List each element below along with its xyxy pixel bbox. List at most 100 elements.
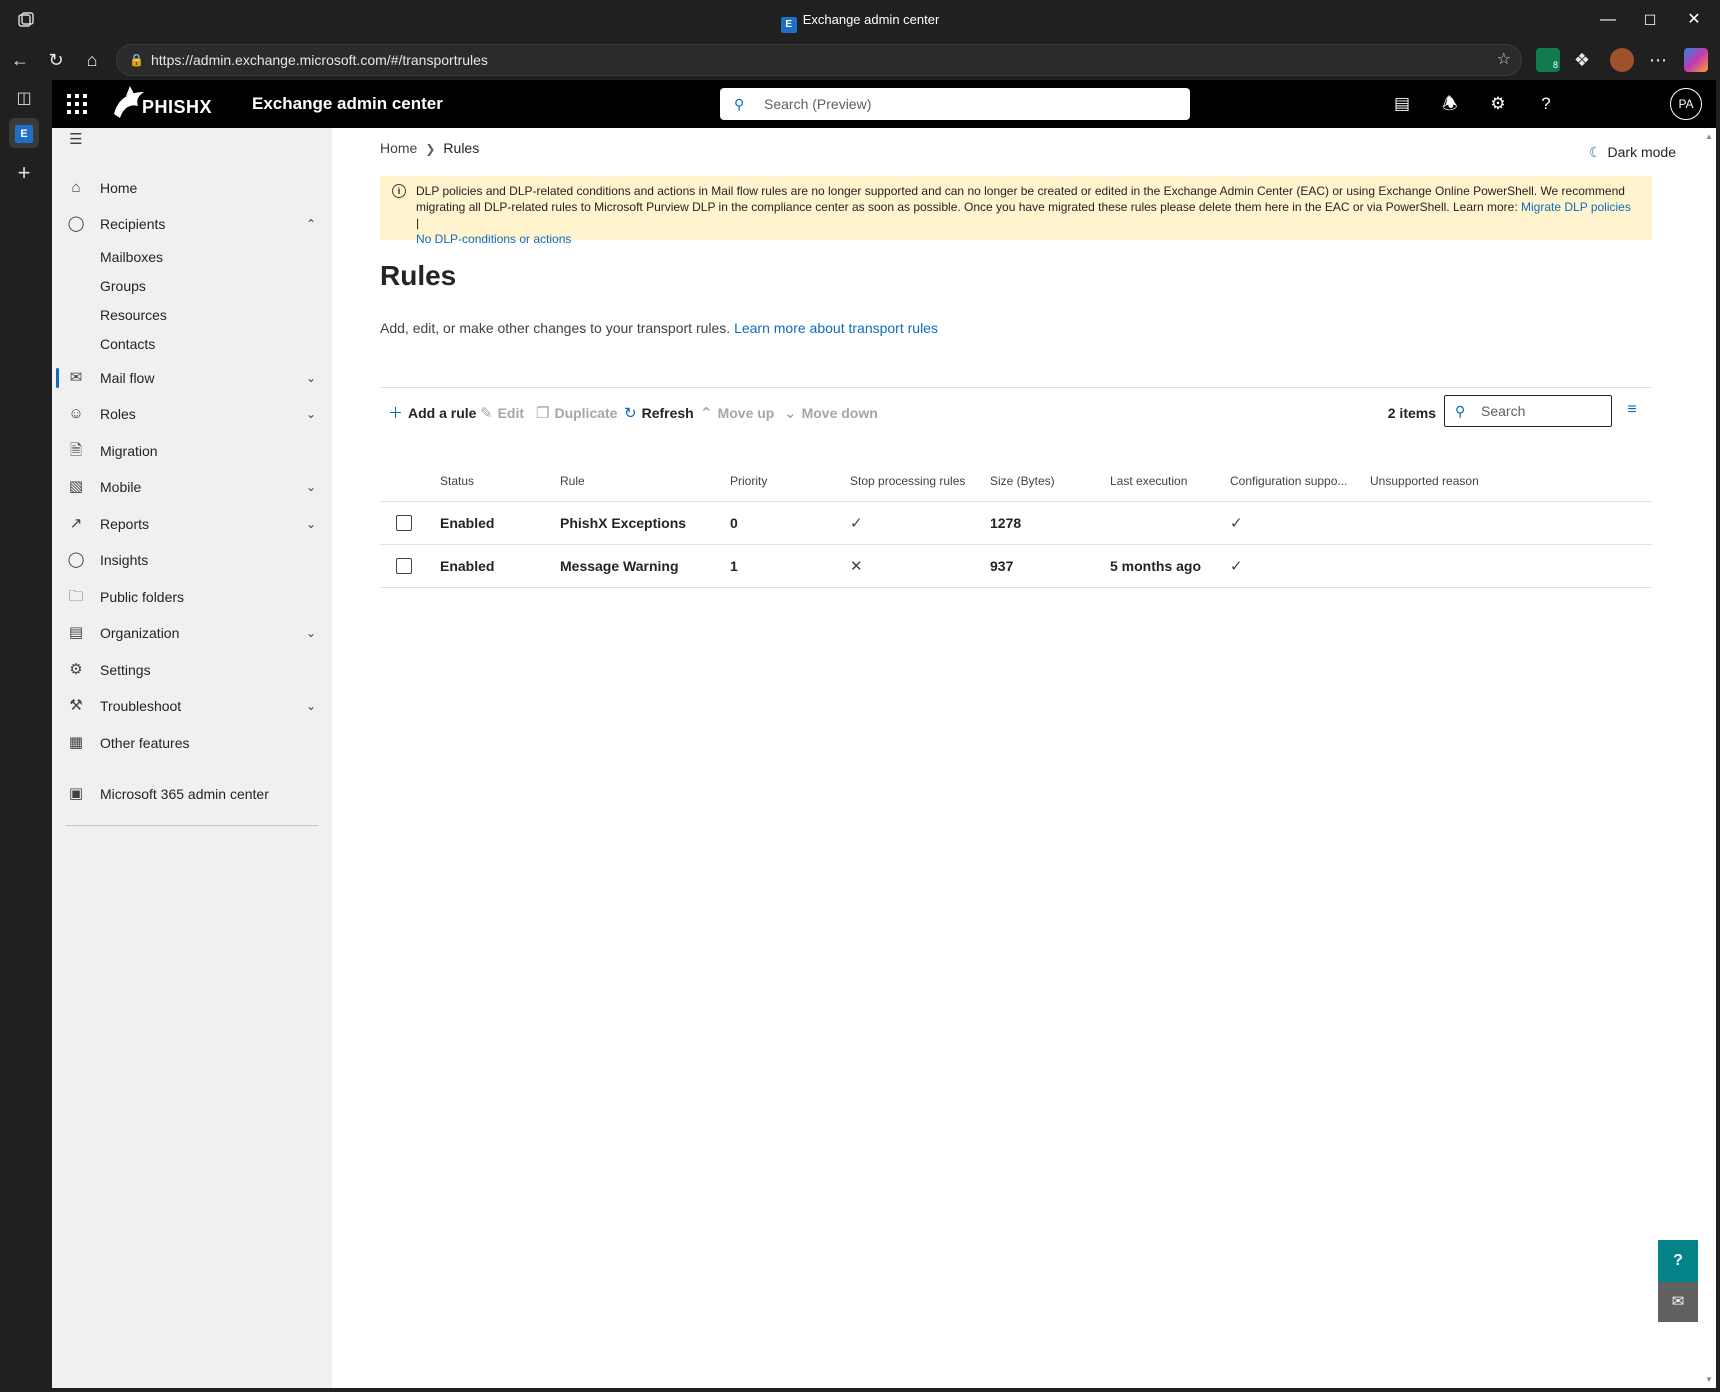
cell-last-execution: 5 months ago [1110,558,1202,574]
lock-icon[interactable]: 🔒 [129,45,144,75]
maximize-button[interactable]: ☐ [1638,8,1662,32]
tab-exchange-admin[interactable]: E [9,118,39,148]
sidebar-subitem-contacts[interactable]: Contacts [100,328,155,360]
move-up-button[interactable]: ⌃ Move up [700,402,774,424]
banner-separator: | [416,216,420,230]
help-question-icon[interactable]: ? [1534,92,1558,116]
tab-actions-icon[interactable]: ◫ [9,84,39,114]
dark-mode-toggle[interactable]: ☾ Dark mode [1589,144,1676,161]
cell-rule[interactable]: PhishX Exceptions [560,502,686,545]
extensions-puzzle-icon[interactable]: ❖ [1570,48,1594,72]
home-browser-icon[interactable]: ⌂ [80,48,104,72]
settings-gear-icon[interactable]: ⚙ [1486,92,1510,116]
add-rule-button[interactable]: ＋ Add a rule [388,402,476,424]
chevron-down-icon[interactable]: ⌄ [306,360,316,396]
sidebar-item-recipients[interactable]: ◯ Recipients ⌃ [52,206,332,242]
extension-badge-icon[interactable]: 8 [1536,48,1560,72]
column-priority[interactable]: Priority [730,460,767,502]
exchange-icon: E [780,17,797,33]
column-stop-processing[interactable]: Stop processing rules [850,460,965,502]
url-field[interactable]: 🔒 https://admin.exchange.microsoft.com/#… [116,44,1522,76]
profile-avatar-icon[interactable] [1610,48,1634,72]
favorite-star-icon[interactable]: ☆ [1497,45,1511,75]
sidebar-item-organization[interactable]: ▤ Organization ⌄ [52,615,332,651]
table-header: Status Rule Priority Stop processing rul… [380,460,1652,502]
sidebar-item-troubleshoot[interactable]: ⚒ Troubleshoot ⌄ [52,688,332,724]
chevron-down-icon[interactable]: ⌄ [306,396,316,432]
edit-button[interactable]: ✎ Edit [480,402,524,424]
global-search-input[interactable]: ⚲ Search (Preview) [720,88,1190,120]
sidebar-item-public-folders[interactable]: 🗀 Public folders [52,579,332,615]
sidebar-item-other-features[interactable]: ▦ Other features [52,725,332,761]
minimize-button[interactable]: — [1596,8,1620,32]
column-unsupported-reason[interactable]: Unsupported reason [1370,460,1479,502]
breadcrumb-current: Rules [443,140,480,156]
more-options-icon[interactable]: ⋯ [1646,48,1670,72]
window-title-text: Exchange admin center [802,12,940,27]
checkmark-icon: ✓ [1230,558,1243,575]
refresh-button[interactable]: ↻ Refresh [624,402,694,424]
scroll-down-icon[interactable]: ▼ [1705,1375,1713,1384]
table-row[interactable]: Enabled PhishX Exceptions 0 ✓ 1278 ✓ [380,502,1652,545]
nav-collapse-button[interactable]: ☰ [52,130,332,150]
column-status[interactable]: Status [440,460,474,502]
close-button[interactable]: ✕ [1682,8,1706,32]
cloud-shell-icon[interactable]: ▤ [1390,92,1414,116]
dismiss-x-icon: ✕ [850,558,863,575]
no-dlp-conditions-link[interactable]: No DLP-conditions or actions [416,232,571,246]
sidebar-item-settings[interactable]: ⚙ Settings [52,652,332,688]
table-row[interactable]: Enabled Message Warning 1 ✕ 937 5 months… [380,545,1652,588]
chevron-down-icon[interactable]: ⌄ [306,615,316,651]
reload-icon[interactable]: ↻ [44,48,68,72]
sidebar-item-insights[interactable]: ◯ Insights [52,542,332,578]
chevron-down-icon[interactable]: ⌄ [306,688,316,724]
back-icon[interactable]: ← [8,48,32,72]
move-down-button[interactable]: ⌄ Move down [784,402,878,424]
sidebar-item-reports[interactable]: ↗ Reports ⌄ [52,506,332,542]
sidebar-subitem-mailboxes[interactable]: Mailboxes [100,241,163,273]
chevron-up-icon[interactable]: ⌃ [306,206,316,242]
sidebar-item-mail-flow[interactable]: ✉ Mail flow ⌄ [52,360,332,396]
extension-badge-count: 8 [1552,60,1558,70]
support-headset-icon[interactable]: ? [1658,1240,1698,1282]
grid-icon: ▦ [68,734,84,751]
column-rule[interactable]: Rule [560,460,585,502]
row-checkbox[interactable] [396,515,412,531]
chevron-down-icon[interactable]: ⌄ [306,506,316,542]
column-last-execution[interactable]: Last execution [1110,460,1187,502]
migrate-dlp-link[interactable]: Migrate DLP policies [1521,200,1631,214]
breadcrumb-home[interactable]: Home [380,140,417,156]
address-bar-row: ← ↻ ⌂ 🔒 https://admin.exchange.microsoft… [0,40,1720,80]
sidebar-item-mobile[interactable]: ▧ Mobile ⌄ [52,469,332,505]
sidebar-subitem-resources[interactable]: Resources [100,299,167,331]
feedback-chat-icon[interactable]: ✉ [1658,1282,1698,1322]
sidebar-subitem-groups[interactable]: Groups [100,270,146,302]
scroll-up-icon[interactable]: ▲ [1705,132,1713,141]
chevron-down-icon[interactable]: ⌄ [306,469,316,505]
url-text: https://admin.exchange.microsoft.com/#/t… [151,52,488,68]
sidebar-item-m365-admin-center[interactable]: ▣ Microsoft 365 admin center [52,776,332,812]
column-size[interactable]: Size (Bytes) [990,460,1055,502]
learn-more-link[interactable]: Learn more about transport rules [734,320,938,336]
app-launcher-icon[interactable] [64,92,88,116]
app-title[interactable]: Exchange admin center [252,94,443,114]
search-placeholder: Search (Preview) [764,96,872,112]
column-config-supported[interactable]: Configuration suppo... [1230,460,1347,502]
wrench-icon: ⚒ [69,697,83,714]
filter-icon[interactable]: ≡ [1622,400,1642,420]
page-scrollbar[interactable]: ▲ ▼ [1702,128,1716,1388]
user-avatar[interactable]: PA [1670,88,1702,120]
notifications-bell-icon[interactable]: 🕭 [1438,92,1462,116]
row-checkbox[interactable] [396,558,412,574]
sidebar-item-label: Mail flow [100,370,155,386]
rules-table: Status Rule Priority Stop processing rul… [380,460,1652,588]
cell-rule[interactable]: Message Warning [560,545,679,588]
table-search-input[interactable]: ⚲ Search [1444,395,1612,427]
sidebar-item-migration[interactable]: 🗎 Migration [52,433,332,469]
duplicate-button[interactable]: ❐ Duplicate [536,402,617,424]
page-description-text: Add, edit, or make other changes to your… [380,320,735,336]
copilot-icon[interactable] [1684,48,1708,72]
new-tab-icon[interactable]: + [9,158,39,188]
sidebar-item-roles[interactable]: ☺ Roles ⌄ [52,396,332,432]
sidebar-item-home[interactable]: ⌂ Home [52,170,332,206]
